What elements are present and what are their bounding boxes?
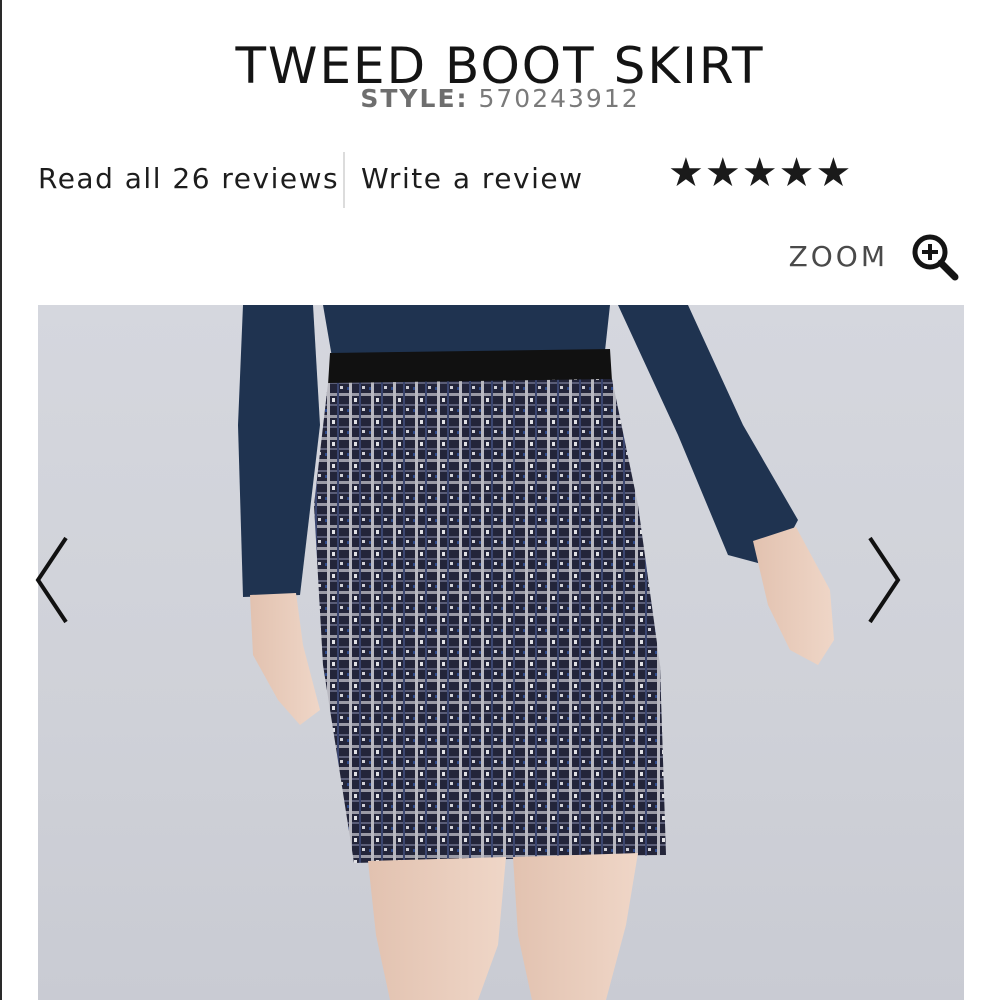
reviews-divider	[343, 152, 345, 208]
style-number-line: STYLE: 570243912	[0, 84, 1000, 114]
zoom-label: ZOOM	[788, 240, 888, 273]
style-number: 570243912	[478, 84, 640, 113]
read-all-reviews-link[interactable]: Read all 26 reviews	[38, 162, 339, 196]
style-label: STYLE:	[360, 84, 469, 113]
previous-image-button[interactable]	[28, 530, 78, 630]
reviews-bar: Read all 26 reviews Write a review ★★★★★	[0, 150, 1000, 210]
product-photo[interactable]	[38, 305, 964, 1000]
chevron-left-icon[interactable]	[28, 530, 78, 630]
write-review-link[interactable]: Write a review	[361, 162, 583, 196]
chevron-right-icon[interactable]	[858, 530, 908, 630]
star-rating[interactable]: ★★★★★	[668, 150, 852, 196]
zoom-button[interactable]: ZOOM	[789, 232, 960, 282]
next-image-button[interactable]	[858, 530, 908, 630]
zoom-in-icon[interactable]	[910, 232, 960, 282]
model-illustration	[238, 305, 834, 1000]
